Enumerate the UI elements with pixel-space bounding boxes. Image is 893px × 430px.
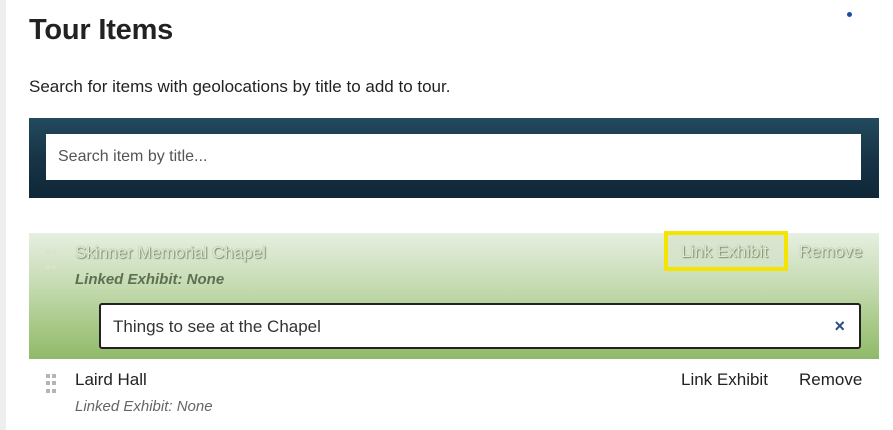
item-title: Skinner Memorial Chapel <box>75 243 266 262</box>
link-exhibit-button[interactable]: Link Exhibit <box>681 370 768 390</box>
left-border <box>0 0 6 430</box>
drag-handle-icon[interactable] <box>46 374 56 394</box>
item-linked-exhibit: Linked Exhibit: None <box>75 398 213 415</box>
search-input[interactable] <box>46 134 861 180</box>
exhibit-field-value: Things to see at the Chapel <box>113 317 321 336</box>
drag-handle-icon[interactable] <box>46 250 56 270</box>
remove-button[interactable]: Remove <box>799 370 862 390</box>
item-linked-exhibit: Linked Exhibit: None <box>75 271 225 288</box>
page-title: Tour Items <box>29 14 174 46</box>
exhibit-field[interactable]: Things to see at the Chapel × <box>99 303 861 349</box>
page-instructions: Search for items with geolocations by ti… <box>29 77 451 96</box>
status-dot <box>847 12 852 17</box>
item-title: Laird Hall <box>75 370 147 389</box>
tour-item-row: Laird Hall Linked Exhibit: None Link Exh… <box>29 362 879 422</box>
tour-item-row: Skinner Memorial Chapel Linked Exhibit: … <box>29 231 879 359</box>
remove-button[interactable]: Remove <box>799 242 862 262</box>
clear-icon[interactable]: × <box>834 316 845 337</box>
tour-items-page: Tour Items Search for items with geoloca… <box>0 0 893 430</box>
search-panel <box>29 118 879 198</box>
link-exhibit-button[interactable]: Link Exhibit <box>681 242 768 262</box>
